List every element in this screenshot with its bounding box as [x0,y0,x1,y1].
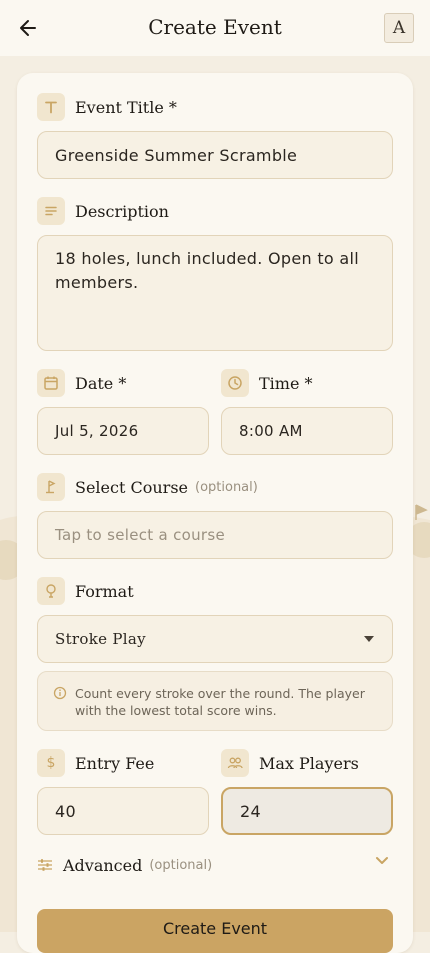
format-info-text: Count every stroke over the round. The p… [75,686,365,718]
chevron-down-icon [376,857,388,864]
description-textarea[interactable]: 18 holes, lunch included. Open to all me… [37,235,393,351]
event-form-card: Event Title * Greenside Summer Scramble … [17,73,413,953]
advanced-label: Advanced [63,855,143,875]
course-label-row: Select Course (optional) [37,473,258,501]
time-input[interactable]: 8:00 AM [221,407,393,455]
entry-fee-input[interactable]: 40 [37,787,209,835]
entry-fee-label: Entry Fee [75,753,155,773]
golf-ball-tee-icon [37,577,65,605]
advanced-toggle[interactable]: Advanced (optional) [37,853,389,877]
format-selected-value: Stroke Play [55,630,146,648]
event-title-label-row: Event Title * [37,93,177,121]
dollar-icon: $ [37,749,65,777]
paragraph-icon [37,197,65,225]
course-picker[interactable]: Tap to select a course [37,511,393,559]
max-players-label: Max Players [259,753,359,773]
course-label: Select Course [75,477,188,497]
entry-fee-label-row: $ Entry Fee [37,749,154,777]
caret-down-icon [364,636,374,642]
users-icon [221,749,249,777]
date-label: Date * [75,373,127,393]
description-label-row: Description [37,197,169,225]
format-label-row: Format [37,577,134,605]
format-select[interactable]: Stroke Play [37,615,393,663]
create-event-button[interactable]: Create Event [37,909,393,953]
description-label: Description [75,201,169,221]
date-input[interactable]: Jul 5, 2026 [37,407,209,455]
text-icon [37,93,65,121]
top-bar: Create Event A [0,0,430,56]
sliders-icon [38,859,52,871]
course-optional-tag: (optional) [195,479,258,495]
info-icon [53,686,67,700]
avatar[interactable]: A [384,13,414,43]
max-players-input[interactable]: 24 [221,787,393,835]
page-title: Create Event [148,15,282,39]
advanced-optional-tag: (optional) [149,857,213,873]
max-players-label-row: Max Players [221,749,359,777]
format-label: Format [75,581,134,601]
event-title-input[interactable]: Greenside Summer Scramble [37,131,393,179]
format-info-box: Count every stroke over the round. The p… [37,671,393,731]
event-title-label: Event Title * [75,97,177,117]
golf-flag-icon [37,473,65,501]
date-label-row: Date * [37,369,126,397]
calendar-icon [37,369,65,397]
time-label: Time * [259,373,313,393]
time-label-row: Time * [221,369,313,397]
clock-icon [221,369,249,397]
